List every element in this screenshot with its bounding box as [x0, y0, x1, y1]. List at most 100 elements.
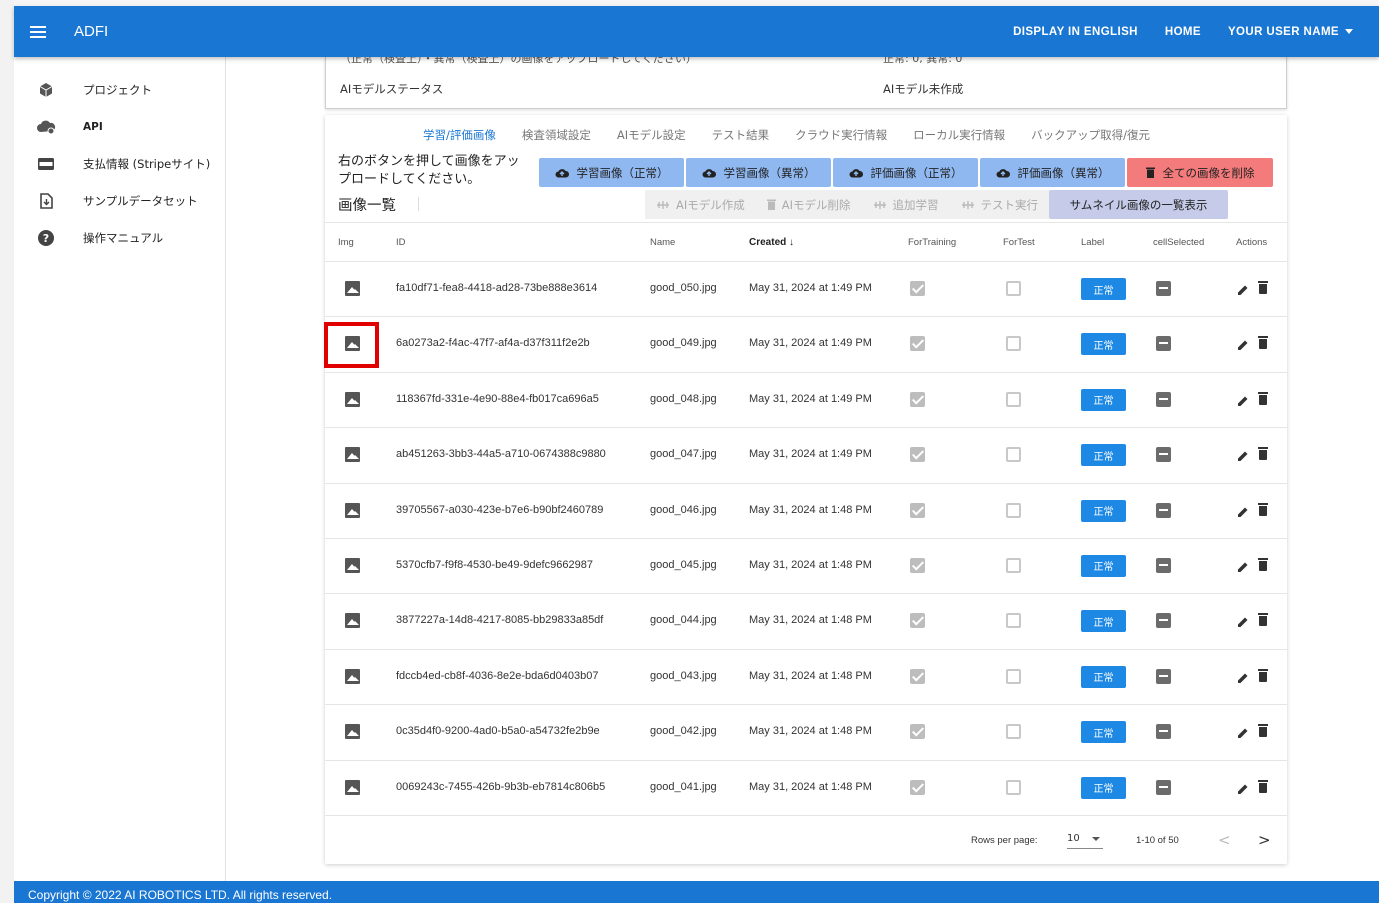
image-icon[interactable] — [345, 613, 360, 629]
rows-per-page-select[interactable]: 10 — [1067, 833, 1103, 849]
for-training-checkbox[interactable] — [910, 502, 925, 518]
cell-selected-checkbox[interactable] — [1156, 668, 1171, 684]
for-training-checkbox[interactable] — [910, 724, 925, 740]
chevron-right-icon[interactable]: > — [1258, 831, 1271, 849]
column-header-cell-selected[interactable]: cellSelected — [1153, 237, 1204, 248]
label-badge[interactable]: 正常 — [1081, 278, 1126, 300]
sidebar-item-api[interactable]: API — [14, 108, 225, 145]
cell-selected-checkbox[interactable] — [1156, 502, 1171, 518]
edit-icon[interactable] — [1237, 339, 1249, 351]
edit-icon[interactable] — [1237, 561, 1249, 573]
for-test-checkbox[interactable] — [1006, 502, 1021, 518]
tab-inspection-area[interactable]: 検査領域設定 — [509, 127, 604, 143]
label-badge[interactable]: 正常 — [1081, 388, 1126, 411]
image-icon[interactable] — [345, 336, 360, 352]
menu-icon[interactable] — [30, 25, 48, 38]
for-training-checkbox[interactable] — [910, 668, 925, 684]
tab-cloud-execution[interactable]: クラウド実行情報 — [782, 127, 900, 143]
image-icon[interactable] — [345, 502, 360, 518]
edit-icon[interactable] — [1237, 783, 1249, 795]
for-test-checkbox[interactable] — [1006, 557, 1021, 573]
cell-selected-checkbox[interactable] — [1156, 391, 1171, 407]
edit-icon[interactable] — [1237, 450, 1249, 462]
show-thumbnails-button[interactable]: サムネイル画像の一覧表示 — [1049, 190, 1229, 219]
tab-test-results[interactable]: テスト結果 — [699, 127, 783, 143]
additional-training-button[interactable]: 追加学習 — [861, 190, 950, 219]
cell-selected-checkbox[interactable] — [1156, 613, 1171, 629]
delete-all-images-button[interactable]: 全ての画像を削除 — [1127, 158, 1273, 187]
image-icon[interactable] — [345, 668, 360, 684]
cell-selected-checkbox[interactable] — [1156, 779, 1171, 795]
label-badge[interactable]: 正常 — [1081, 333, 1126, 356]
for-training-checkbox[interactable] — [910, 391, 925, 407]
display-in-english-button[interactable]: DISPLAY IN ENGLISH — [1013, 26, 1138, 38]
for-test-checkbox[interactable] — [1006, 724, 1021, 740]
label-badge[interactable]: 正常 — [1081, 554, 1126, 577]
column-header-name[interactable]: Name — [650, 237, 675, 248]
delete-icon[interactable] — [1258, 336, 1268, 350]
delete-icon[interactable] — [1258, 668, 1268, 682]
label-badge[interactable]: 正常 — [1081, 499, 1126, 522]
cell-selected-checkbox[interactable] — [1156, 557, 1171, 573]
edit-icon[interactable] — [1237, 727, 1249, 739]
for-training-checkbox[interactable] — [910, 447, 925, 463]
column-header-label[interactable]: Label — [1081, 237, 1104, 248]
for-training-checkbox[interactable] — [910, 779, 925, 795]
tab-backup-restore[interactable]: バックアップ取得/復元 — [1018, 127, 1163, 143]
upload-train-normal-button[interactable]: 学習画像（正常） — [539, 158, 684, 187]
tab-local-execution[interactable]: ローカル実行情報 — [900, 127, 1018, 143]
for-training-checkbox[interactable] — [910, 613, 925, 629]
for-training-checkbox[interactable] — [910, 281, 925, 296]
delete-icon[interactable] — [1258, 281, 1268, 294]
image-icon[interactable] — [345, 724, 360, 740]
chevron-left-icon[interactable]: < — [1218, 831, 1231, 849]
column-header-id[interactable]: ID — [396, 237, 406, 248]
cell-selected-checkbox[interactable] — [1156, 281, 1171, 296]
delete-icon[interactable] — [1258, 391, 1268, 405]
column-header-for-test[interactable]: ForTest — [1003, 237, 1035, 248]
edit-icon[interactable] — [1237, 672, 1249, 684]
delete-icon[interactable] — [1258, 724, 1268, 738]
label-badge[interactable]: 正常 — [1081, 721, 1126, 744]
delete-icon[interactable] — [1258, 502, 1268, 516]
column-header-for-training[interactable]: ForTraining — [908, 237, 956, 248]
for-training-checkbox[interactable] — [910, 336, 925, 352]
upload-train-abnormal-button[interactable]: 学習画像（異常） — [686, 158, 831, 187]
delete-icon[interactable] — [1258, 779, 1268, 793]
run-test-button[interactable]: テスト実行 — [949, 190, 1050, 219]
delete-icon[interactable] — [1258, 557, 1268, 571]
label-badge[interactable]: 正常 — [1081, 776, 1126, 799]
for-test-checkbox[interactable] — [1006, 668, 1021, 684]
create-ai-model-button[interactable]: AIモデル作成 — [645, 190, 756, 219]
for-test-checkbox[interactable] — [1006, 779, 1021, 795]
label-badge[interactable]: 正常 — [1081, 444, 1126, 467]
upload-eval-normal-button[interactable]: 評価画像（正常） — [833, 158, 978, 187]
sidebar-item-project[interactable]: プロジェクト — [14, 71, 225, 108]
cell-selected-checkbox[interactable] — [1156, 447, 1171, 463]
edit-icon[interactable] — [1237, 616, 1249, 628]
edit-icon[interactable] — [1237, 395, 1249, 407]
for-test-checkbox[interactable] — [1006, 447, 1021, 463]
delete-icon[interactable] — [1258, 613, 1268, 627]
sidebar-item-manual[interactable]: ? 操作マニュアル — [14, 219, 225, 256]
for-test-checkbox[interactable] — [1006, 336, 1021, 352]
label-badge[interactable]: 正常 — [1081, 610, 1126, 633]
sidebar-item-billing[interactable]: 支払情報 (Stripeサイト) — [14, 145, 225, 182]
home-button[interactable]: HOME — [1165, 26, 1201, 38]
cell-selected-checkbox[interactable] — [1156, 724, 1171, 740]
tab-ai-model-settings[interactable]: AIモデル設定 — [604, 127, 699, 143]
image-icon[interactable] — [345, 779, 360, 795]
label-badge[interactable]: 正常 — [1081, 665, 1126, 688]
for-test-checkbox[interactable] — [1006, 281, 1021, 296]
upload-eval-abnormal-button[interactable]: 評価画像（異常） — [980, 158, 1125, 187]
edit-icon[interactable] — [1237, 506, 1249, 518]
for-test-checkbox[interactable] — [1006, 391, 1021, 407]
delete-icon[interactable] — [1258, 447, 1268, 461]
image-icon[interactable] — [345, 391, 360, 407]
user-menu-button[interactable]: YOUR USER NAME — [1228, 26, 1353, 38]
edit-icon[interactable] — [1237, 284, 1249, 296]
tab-train-eval-images[interactable]: 学習/評価画像 — [410, 127, 509, 143]
column-header-created[interactable]: Created ↓ — [749, 237, 794, 248]
delete-ai-model-button[interactable]: AIモデル削除 — [755, 190, 862, 219]
image-icon[interactable] — [345, 281, 360, 296]
